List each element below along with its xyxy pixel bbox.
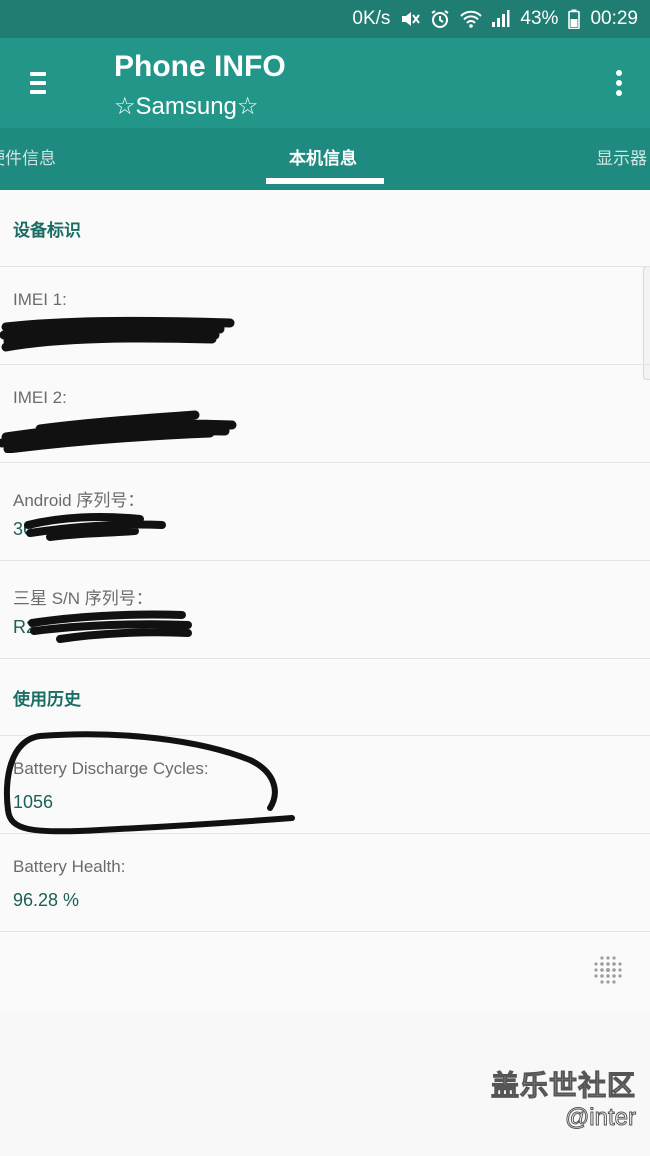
imei1-label: IMEI 1:	[13, 290, 67, 309]
alarm-icon	[430, 9, 450, 29]
section-title: 设备标识	[13, 221, 81, 241]
tab-device-info[interactable]: 本机信息	[289, 144, 357, 169]
list-item-imei1[interactable]: IMEI 1:	[0, 267, 650, 365]
more-vert-icon[interactable]	[612, 68, 626, 98]
status-bar-right: 0K/s 43% 00:29	[352, 6, 638, 32]
tab-hardware-info[interactable]: 硬件信息	[0, 144, 56, 169]
redaction-scribble	[0, 316, 235, 352]
app-bar: Phone INFO ☆Samsung☆	[0, 38, 650, 128]
network-speed: 0K/s	[352, 8, 391, 29]
discharge-cycles-label: Battery Discharge Cycles:	[13, 759, 209, 778]
battery-icon	[568, 9, 581, 30]
samsung-sn-label: 三星 S/N 序列号：	[13, 589, 153, 608]
section-header-device-id: 设备标识	[0, 190, 650, 267]
list-item-battery-health[interactable]: Battery Health: 96.28 %	[0, 834, 650, 932]
watermark-site: 盖乐世社区	[490, 1069, 636, 1103]
list-item-battery-discharge-cycles[interactable]: Battery Discharge Cycles: 1056	[0, 736, 650, 834]
samsung-sn-value: R2	[13, 617, 37, 637]
list-item-imei2[interactable]: IMEI 2:	[0, 365, 650, 463]
tab-display[interactable]: 显示器	[596, 144, 647, 169]
dots-grid-icon[interactable]	[588, 952, 628, 992]
section-title: 使用历史	[13, 690, 81, 710]
android-serial-label: Android 序列号：	[13, 491, 145, 510]
active-tab-indicator	[266, 178, 384, 184]
content-list[interactable]: 设备标识 IMEI 1: IMEI 2: Android 序列号： 36 三星 …	[0, 190, 650, 1012]
battery-percent: 43%	[520, 8, 559, 29]
signal-icon	[490, 9, 510, 29]
imei2-label: IMEI 2:	[13, 388, 67, 407]
watermark-user: @inter	[564, 1104, 636, 1132]
status-bar: 0K/s 43% 00:29	[0, 0, 650, 38]
redaction-scribble	[0, 410, 237, 453]
tab-bar: 硬件信息 本机信息 显示器	[0, 128, 650, 190]
list-item-samsung-sn[interactable]: 三星 S/N 序列号： R2	[0, 561, 650, 659]
battery-health-value: 96.28 %	[13, 890, 80, 910]
app-subtitle: ☆Samsung☆	[114, 93, 259, 120]
list-item-android-serial[interactable]: Android 序列号： 36	[0, 463, 650, 561]
discharge-cycles-value: 1056	[13, 792, 54, 812]
hamburger-menu-icon[interactable]	[26, 68, 54, 98]
clock: 00:29	[590, 8, 638, 29]
wifi-icon	[460, 9, 483, 29]
section-header-usage-history: 使用历史	[0, 659, 650, 736]
battery-health-label: Battery Health:	[13, 857, 126, 876]
app-title: Phone INFO	[114, 50, 286, 83]
android-serial-value: 36	[13, 519, 34, 539]
mute-icon	[400, 9, 421, 29]
